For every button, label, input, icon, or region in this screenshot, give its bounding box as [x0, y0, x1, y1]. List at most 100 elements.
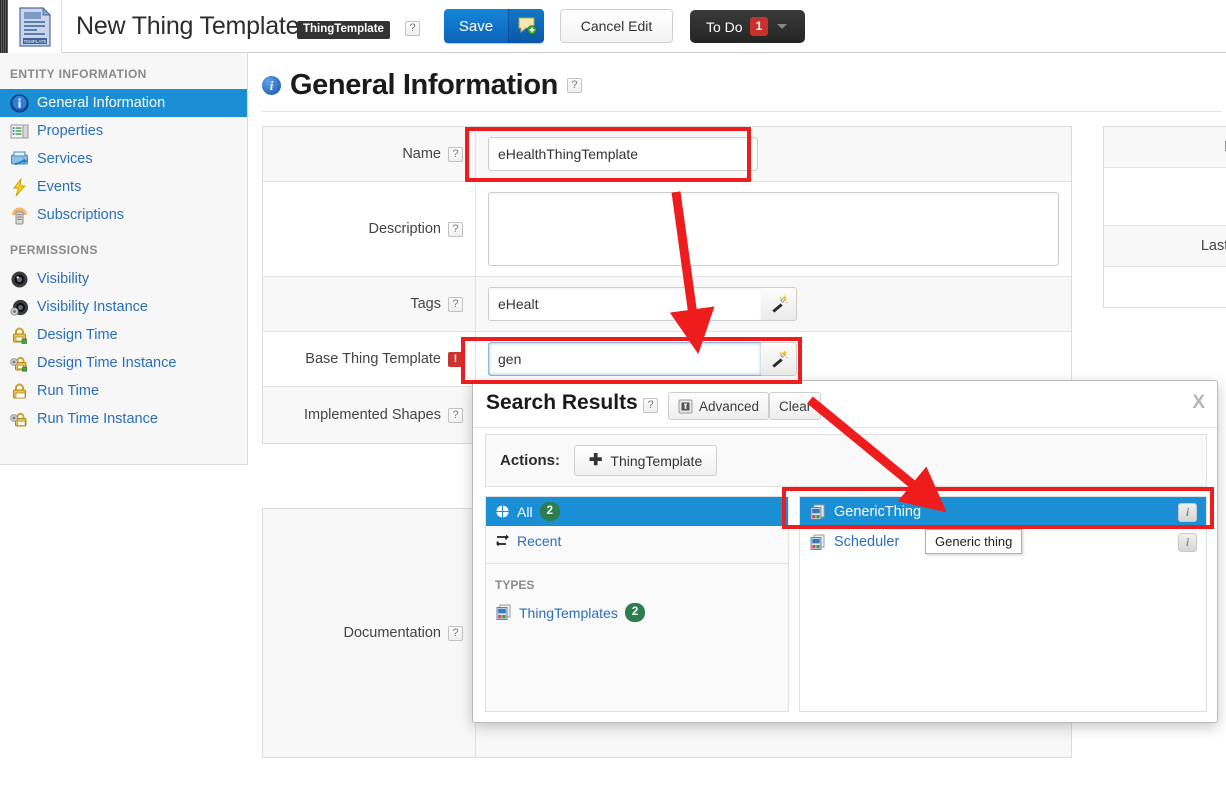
sidebar-item-run-time[interactable]: Run Time	[0, 377, 247, 405]
close-icon[interactable]: X	[1192, 392, 1205, 414]
section-divider	[262, 111, 1222, 112]
actions-label: Actions:	[500, 452, 560, 469]
name-help-icon[interactable]: ?	[448, 146, 463, 162]
tags-field-label-cell: Tags ?	[263, 277, 476, 331]
sidebar-item-label: Services	[37, 151, 93, 167]
documentation-help-icon[interactable]: ?	[448, 625, 463, 641]
sidebar-item-design-time-instance[interactable]: Design Time Instance	[0, 349, 247, 377]
sidebar-item-label: Events	[37, 179, 82, 195]
sidebar-item-label: Design Time	[37, 327, 118, 343]
lock-run-gear-icon	[10, 410, 29, 429]
description-textarea[interactable]	[488, 192, 1059, 266]
template-document-icon: TEMPLATE	[18, 6, 51, 47]
advanced-filter-icon	[678, 399, 693, 413]
sidebar-item-visibility[interactable]: Visibility	[0, 265, 247, 293]
description-help-icon[interactable]: ?	[448, 221, 463, 237]
title-help-icon[interactable]: ?	[405, 21, 420, 36]
facet-count-badge: 2	[539, 502, 560, 521]
name-input[interactable]: eHealthThingTemplate	[488, 137, 758, 171]
save-button-label: Save	[444, 9, 508, 43]
name-label: Name	[402, 146, 441, 162]
documentation-label-cell: Documentation ?	[263, 509, 476, 757]
advanced-button[interactable]: Advanced	[668, 392, 770, 420]
cancel-edit-button[interactable]: Cancel Edit	[560, 9, 673, 43]
base-thing-template-magic-wand-button[interactable]	[761, 342, 797, 376]
base-thing-template-label-cell: Base Thing Template !	[263, 332, 476, 386]
blank-label	[1104, 168, 1226, 225]
last-modified-label: Last Modifie	[1200, 238, 1226, 254]
info-circle-icon: i	[262, 76, 281, 95]
description-field-cell	[476, 182, 1071, 276]
tags-help-icon[interactable]: ?	[448, 296, 463, 312]
sidebar-item-label: Design Time Instance	[37, 355, 177, 371]
thingtemplate-icon	[810, 534, 825, 550]
facet-all[interactable]: All 2	[486, 497, 788, 526]
form-row-base-thing-template: Base Thing Template ! gen	[263, 332, 1071, 387]
facet-recent[interactable]: Recent	[486, 526, 788, 555]
implemented-shapes-label: Implemented Shapes	[303, 407, 441, 423]
sidebar-item-run-time-instance[interactable]: Run Time Instance	[0, 405, 247, 433]
sidebar-item-label: Subscriptions	[37, 207, 125, 223]
plus-icon: ✚	[589, 451, 603, 469]
facet-type-count-badge: 2	[624, 603, 646, 622]
tags-magic-wand-button[interactable]	[761, 287, 797, 321]
sidebar-item-services[interactable]: Services	[0, 145, 247, 173]
search-results-help-icon[interactable]: ?	[643, 398, 658, 413]
sidebar-item-design-time[interactable]: Design Time	[0, 321, 247, 349]
properties-list-icon	[10, 122, 29, 141]
info-circle-icon	[10, 93, 29, 113]
sidebar-group-permissions-label: PERMISSIONS	[10, 243, 98, 257]
implemented-shapes-label-cell: Implemented Shapes ?	[263, 387, 476, 443]
name-field-label-cell: Name ?	[263, 127, 476, 181]
base-thing-template-field-cell: gen	[476, 332, 1071, 386]
base-thing-template-input[interactable]: gen	[488, 342, 761, 376]
name-field-cell: eHealthThingTemplate	[476, 127, 1071, 181]
comment-add-icon[interactable]	[508, 9, 544, 43]
form-row-description: Description ?	[263, 182, 1071, 277]
tags-input[interactable]: eHealt	[488, 287, 761, 321]
todo-button[interactable]: To Do 1	[690, 10, 805, 43]
info-icon[interactable]: i	[1178, 503, 1197, 522]
result-row-generic-thing[interactable]: GenericThing i	[800, 497, 1206, 527]
section-title: General Information	[290, 69, 558, 101]
documentation-label: Documentation	[343, 625, 441, 641]
lock-icon	[10, 326, 29, 345]
sidebar-item-events[interactable]: Events	[0, 173, 247, 201]
facet-label: All	[517, 503, 533, 520]
left-sidebar: ENTITY INFORMATION General Information P…	[0, 53, 248, 465]
clear-button[interactable]: Clear	[769, 392, 822, 420]
section-help-icon[interactable]: ?	[566, 78, 582, 93]
info-icon[interactable]: i	[1178, 533, 1197, 552]
form-row-tags: Tags ? eHealt	[263, 277, 1071, 332]
add-thingtemplate-button[interactable]: ✚ ThingTemplate	[574, 445, 718, 476]
facet-type-label: ThingTemplates	[519, 604, 618, 621]
sidebar-item-subscriptions[interactable]: Subscriptions	[0, 201, 247, 229]
sidebar-item-label: General Information	[37, 95, 166, 111]
sidebar-item-visibility-instance[interactable]: Visibility Instance	[0, 293, 247, 321]
save-button[interactable]: Save	[444, 9, 544, 43]
value-label: Value	[1104, 267, 1226, 307]
thingtemplate-icon	[496, 604, 511, 620]
globe-icon	[495, 504, 510, 519]
facet-label: Recent	[517, 532, 562, 549]
thingtemplate-icon	[810, 504, 825, 520]
base-thing-template-label: Base Thing Template	[305, 351, 441, 367]
page-title: New Thing Template	[76, 12, 300, 40]
chevron-down-icon[interactable]	[777, 24, 788, 29]
sidebar-item-general-information[interactable]: General Information	[0, 89, 247, 117]
facet-type-thingtemplates[interactable]: ThingTemplates 2	[486, 598, 788, 627]
sidebar-item-label: Visibility	[37, 271, 90, 287]
sidebar-item-properties[interactable]: Properties	[0, 117, 247, 145]
types-group-label: TYPES	[495, 578, 535, 592]
required-marker-icon: !	[448, 351, 463, 367]
sidebar-item-label: Properties	[37, 123, 104, 139]
entity-type-badge: ThingTemplate	[297, 21, 390, 39]
implemented-shapes-help-icon[interactable]: ?	[448, 407, 463, 423]
eye-lens-icon	[10, 270, 29, 289]
description-label: Description	[368, 221, 441, 237]
services-printer-icon	[10, 150, 29, 169]
advanced-button-label: Advanced	[699, 398, 760, 414]
home-mashup-label: Home M	[1104, 127, 1226, 167]
application-window: TEMPLATE New Thing Template ThingTemplat…	[0, 0, 1226, 808]
todo-count-badge: 1	[749, 17, 769, 36]
